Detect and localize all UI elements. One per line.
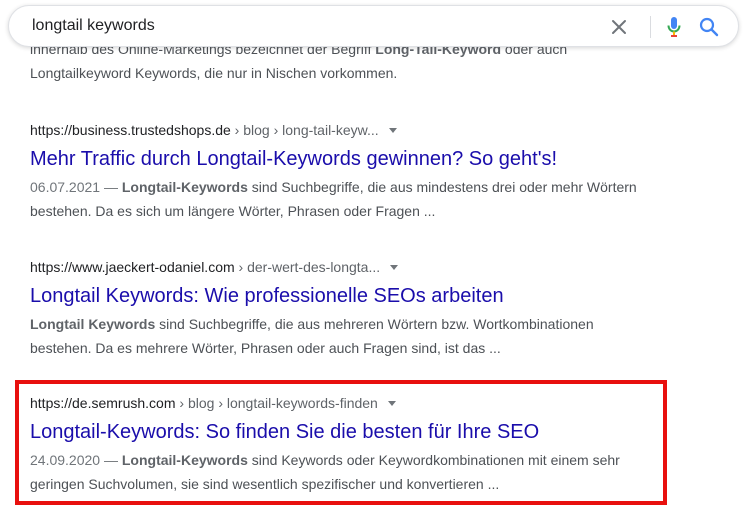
result-path: › blog › longtail-keywords-finden bbox=[175, 395, 378, 411]
snippet-bold: Longtail Keywords bbox=[30, 316, 156, 332]
chevron-down-icon[interactable] bbox=[387, 400, 396, 406]
search-result: https://www.jaeckert-odaniel.com › der-w… bbox=[30, 257, 670, 360]
result-path: › blog › long-tail-keyw... bbox=[230, 122, 379, 138]
search-result: https://business.trustedshops.de › blog … bbox=[30, 120, 670, 223]
result-snippet: 24.09.2020 — Longtail-Keywords sind Keyw… bbox=[30, 448, 655, 496]
search-icon[interactable] bbox=[696, 14, 722, 40]
close-icon[interactable] bbox=[606, 14, 632, 40]
snippet-bold: Longtail-Keywords bbox=[121, 452, 248, 468]
result-title-link[interactable]: Mehr Traffic durch Longtail-Keywords gew… bbox=[30, 146, 670, 172]
microphone-icon[interactable] bbox=[661, 14, 687, 40]
result-domain: https://business.trustedshops.de bbox=[30, 122, 231, 138]
search-bar-divider bbox=[650, 16, 651, 38]
result-date: 24.09.2020 — bbox=[30, 452, 122, 468]
result-domain: https://www.jaeckert-odaniel.com bbox=[30, 259, 235, 275]
result-snippet: 06.07.2021 — Longtail-Keywords sind Such… bbox=[30, 175, 655, 223]
search-result: https://de.semrush.com › blog › longtail… bbox=[30, 393, 670, 496]
snippet-line: Longtailkeyword Keywords, die nur in Nis… bbox=[30, 65, 398, 81]
search-bar bbox=[8, 5, 739, 47]
chevron-down-icon[interactable] bbox=[388, 127, 397, 133]
result-url[interactable]: https://www.jaeckert-odaniel.com › der-w… bbox=[30, 257, 670, 277]
result-domain: https://de.semrush.com bbox=[30, 395, 176, 411]
chevron-down-icon[interactable] bbox=[390, 264, 399, 270]
search-input[interactable] bbox=[32, 14, 592, 38]
snippet-bold: Longtail-Keywords bbox=[121, 179, 248, 195]
result-url[interactable]: https://business.trustedshops.de › blog … bbox=[30, 120, 670, 140]
result-title-link[interactable]: Longtail Keywords: Wie professionelle SE… bbox=[30, 283, 670, 309]
result-path: › der-wert-des-longta... bbox=[234, 259, 381, 275]
result-title-link[interactable]: Longtail-Keywords: So finden Sie die bes… bbox=[30, 419, 670, 445]
result-url[interactable]: https://de.semrush.com › blog › longtail… bbox=[30, 393, 670, 413]
result-date: 06.07.2021 — bbox=[30, 179, 122, 195]
result-snippet: Longtail Keywords sind Suchbegriffe, die… bbox=[30, 312, 655, 360]
